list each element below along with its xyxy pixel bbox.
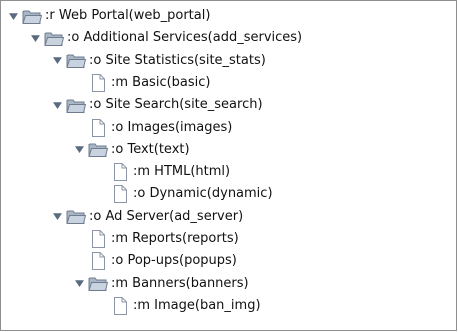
folder-open-icon bbox=[66, 51, 86, 71]
tree-node-label: :o Dynamic(dynamic) bbox=[133, 186, 273, 202]
tree-node-label: :m Basic(basic) bbox=[111, 74, 211, 90]
expanded-triangle-icon[interactable] bbox=[51, 50, 63, 72]
folder-open-icon bbox=[22, 6, 42, 26]
folder-open-icon bbox=[88, 274, 108, 294]
tree-node-label: :o Additional Services(add_services) bbox=[67, 30, 303, 46]
tree-node-label: :o Ad Server(ad_server) bbox=[89, 208, 244, 224]
tree-leaf-node[interactable]: :m Basic(basic) bbox=[88, 72, 211, 94]
file-icon bbox=[110, 296, 130, 316]
file-icon bbox=[88, 251, 108, 271]
folder-open-icon bbox=[66, 207, 86, 227]
file-icon bbox=[88, 229, 108, 249]
tree-folder-node[interactable]: :m Banners(banners) bbox=[73, 273, 249, 295]
tree-leaf-node[interactable]: :m HTML(html) bbox=[110, 161, 230, 183]
expanded-triangle-icon[interactable] bbox=[73, 273, 85, 295]
tree-leaf-node[interactable]: :m Reports(reports) bbox=[88, 228, 239, 250]
folder-open-icon bbox=[66, 95, 86, 115]
file-icon bbox=[88, 73, 108, 93]
tree-node-label: :m HTML(html) bbox=[133, 164, 231, 180]
tree-folder-node[interactable]: :o Site Search(site_search) bbox=[51, 94, 263, 116]
file-icon bbox=[110, 184, 130, 204]
expanded-triangle-icon[interactable] bbox=[7, 5, 19, 27]
tree-folder-node[interactable]: :o Text(text) bbox=[73, 139, 190, 161]
file-icon bbox=[110, 162, 130, 182]
expanded-triangle-icon[interactable] bbox=[73, 139, 85, 161]
folder-open-icon bbox=[44, 28, 64, 48]
expanded-triangle-icon[interactable] bbox=[29, 27, 41, 49]
tree-node-label: :o Pop-ups(popups) bbox=[111, 253, 237, 269]
expanded-triangle-icon[interactable] bbox=[51, 94, 63, 116]
tree-leaf-node[interactable]: :o Pop-ups(popups) bbox=[88, 250, 237, 272]
tree-folder-node[interactable]: :o Additional Services(add_services) bbox=[29, 27, 302, 49]
tree-node-label: :m Reports(reports) bbox=[111, 231, 239, 246]
tree-folder-node[interactable]: :r Web Portal(web_portal) bbox=[7, 5, 210, 27]
tree-folder-node[interactable]: :o Site Statistics(site_stats) bbox=[51, 50, 266, 72]
tree-node-label: :o Site Statistics(site_stats) bbox=[89, 52, 266, 68]
tree-node-label: :m Image(ban_img) bbox=[133, 297, 261, 313]
tree-leaf-node[interactable]: :m Image(ban_img) bbox=[110, 295, 261, 317]
tree-node-label: :r Web Portal(web_portal) bbox=[45, 8, 211, 23]
feature-tree-panel[interactable]: :r Web Portal(web_portal) :o Additional S… bbox=[0, 0, 457, 331]
tree-leaf-node[interactable]: :o Dynamic(dynamic) bbox=[110, 183, 273, 205]
expanded-triangle-icon[interactable] bbox=[51, 206, 63, 228]
tree-folder-node[interactable]: :o Ad Server(ad_server) bbox=[51, 206, 243, 228]
folder-open-icon bbox=[88, 140, 108, 160]
tree-node-label: :o Images(images) bbox=[111, 119, 233, 135]
file-icon bbox=[88, 118, 108, 138]
tree-node-label: :m Banners(banners) bbox=[111, 275, 249, 291]
tree-leaf-node[interactable]: :o Images(images) bbox=[88, 117, 232, 139]
tree-node-label: :o Text(text) bbox=[111, 141, 190, 157]
tree-node-label: :o Site Search(site_search) bbox=[89, 97, 263, 113]
